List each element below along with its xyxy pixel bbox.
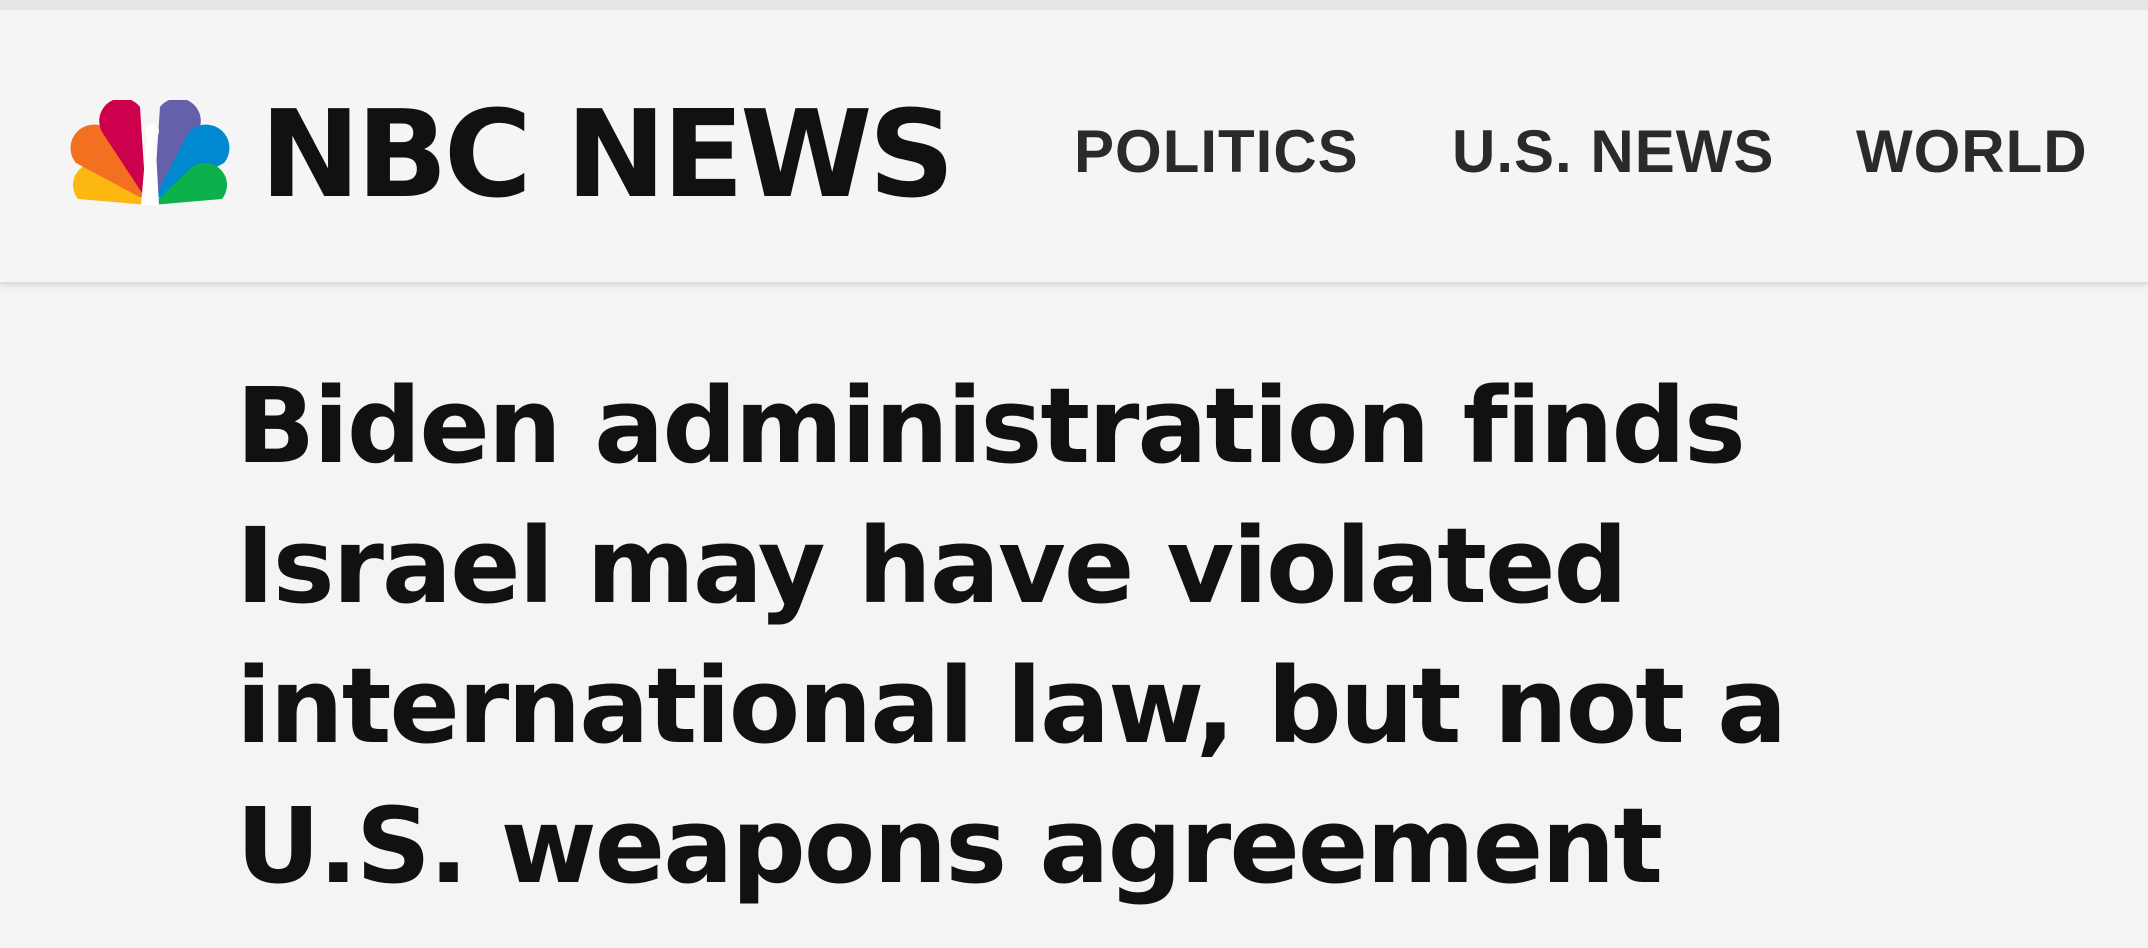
- nav-link-us-news[interactable]: U.S. NEWS: [1452, 122, 1774, 182]
- top-edge-bar: [0, 0, 2148, 10]
- site-header: NBC NEWS POLITICS U.S. NEWS WORLD: [0, 10, 2148, 283]
- nav-link-politics[interactable]: POLITICS: [1074, 122, 1359, 182]
- peacock-logo-icon: [70, 100, 230, 205]
- nav-link-world[interactable]: WORLD: [1856, 122, 2088, 182]
- article-headline: Biden administration finds Israel may ha…: [236, 365, 1787, 907]
- brand-wordmark: NBC NEWS: [260, 86, 955, 225]
- home-logo-link[interactable]: NBC NEWS: [70, 86, 955, 225]
